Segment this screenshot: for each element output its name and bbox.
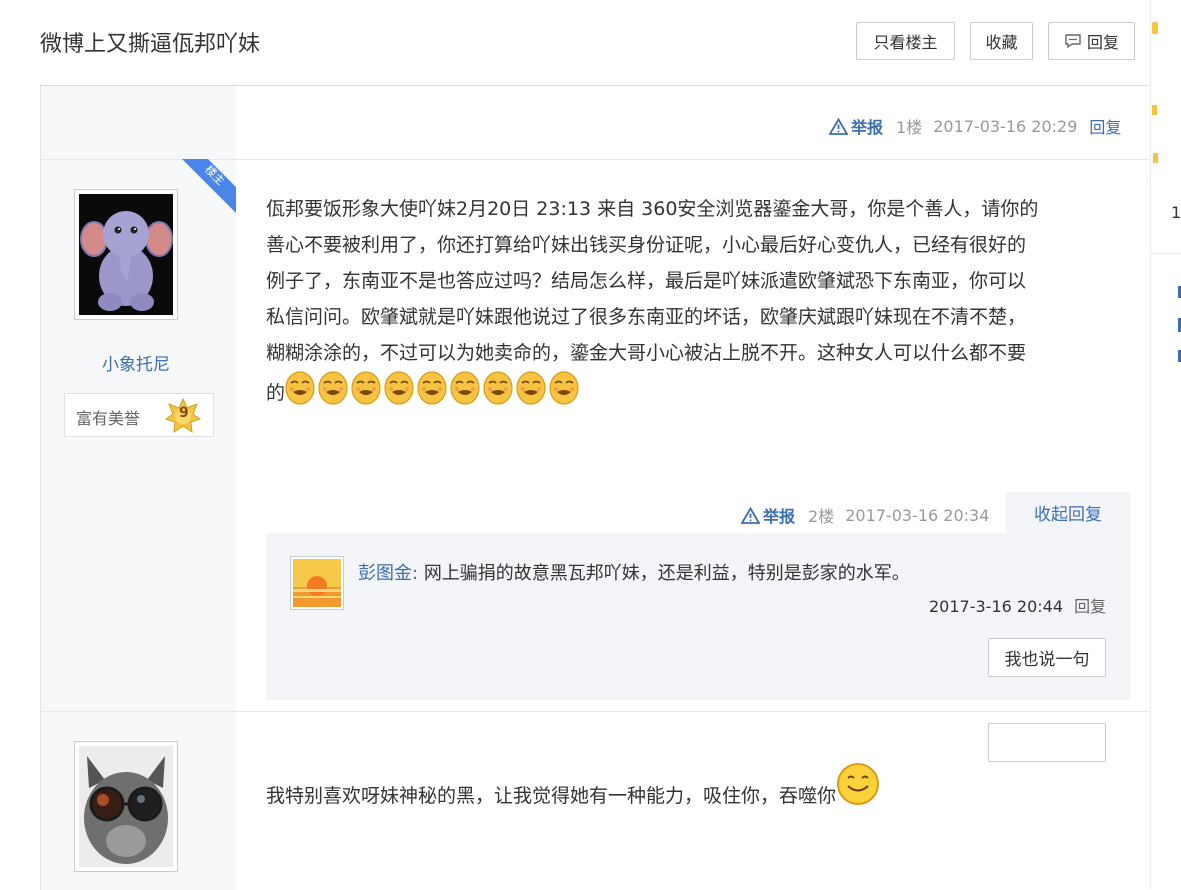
op-badge: 楼主 (182, 159, 236, 213)
comment-icon (1065, 34, 1081, 49)
reply-button-label: 回复 (1086, 33, 1119, 52)
avatar[interactable] (74, 741, 178, 872)
emoji-face-icon (318, 371, 348, 405)
post-line: 的 (266, 382, 286, 404)
post-line: 例子了，东南亚不是也答应过吗？结局怎么样，最后是吖妹派遣欧肇斌恐下东南亚，你可以 (266, 270, 1027, 292)
avatar[interactable] (74, 189, 178, 320)
floor-number: 2楼 (808, 507, 835, 526)
smiley-icon (837, 763, 880, 805)
subreply-user[interactable]: 彭图金 (358, 563, 412, 584)
emoji-face-icon (285, 371, 315, 405)
level-number: 9 (179, 405, 189, 421)
reply-link[interactable]: 回复 (1089, 114, 1121, 138)
subreply-reply-link[interactable]: 回复 (1074, 597, 1106, 616)
only-op-button[interactable]: 只看楼主 (856, 22, 955, 60)
rank-title: 富有美誉 (76, 409, 141, 428)
post-text: 我特别喜欢呀妹神秘的黑，让我觉得她有一种能力，吸住你，吞噬你 (266, 785, 837, 807)
floor2-meta: 举报 2楼 2017-03-16 20:34 (741, 503, 989, 527)
subreply-text: 网上骗捐的故意黑瓦邦吖妹，还是利益，特别是彭家的水军。 (423, 563, 910, 584)
subreply-separator: : (412, 563, 419, 584)
emoji-row (285, 371, 582, 405)
post-line: 善心不要被利用了，你还打算给吖妹出钱买身份证呢，小心最后好心变仇人，已经有很好的 (266, 234, 1027, 256)
reply-avatar[interactable] (290, 556, 344, 610)
elephant-avatar-image (79, 194, 173, 315)
emoji-face-icon (417, 371, 447, 405)
edge-digit: 1 (1171, 203, 1181, 222)
post-line: 私信问问。欧肇斌就是吖妹跟他说过了很多东南亚的坏话，欧肇庆斌跟吖妹现在不清不楚， (266, 306, 1027, 328)
emoji-line: 的 (266, 371, 1126, 415)
favorite-button[interactable]: 收藏 (970, 22, 1033, 60)
right-sidebar-edge: 1 (1150, 0, 1181, 889)
post-content: 我特别喜欢呀妹神秘的黑，让我觉得她有一种能力，吸住你，吞噬你 (266, 762, 880, 814)
post-time: 2017-03-16 20:29 (933, 116, 1078, 136)
post-list: 举报 1楼 2017-03-16 20:29 回复 楼主 小象托尼 富有美誉 9… (40, 85, 1151, 890)
collapse-replies-link[interactable]: 收起回复 (1006, 492, 1130, 533)
sunset-avatar-image (293, 559, 341, 607)
floor1-meta: 举报 1楼 2017-03-16 20:29 回复 (829, 114, 1121, 138)
emoji-face-icon (384, 371, 414, 405)
say-something-button[interactable]: 我也说一句 (988, 638, 1106, 677)
post-time: 2017-03-16 20:34 (845, 505, 990, 525)
emoji-face-icon (450, 371, 480, 405)
warning-icon (829, 117, 848, 135)
badge-icon (1152, 105, 1157, 115)
report-label: 举报 (763, 507, 796, 526)
subreply-meta: 2017-3-16 20:44 回复 (929, 593, 1106, 617)
post-line: 糊糊涂涂的，不过可以为她卖命的，鎏金大哥小心被沾上脱不开。这种女人可以什么都不要 (266, 342, 1027, 364)
warning-icon (741, 506, 760, 524)
edge-divider (1151, 253, 1181, 254)
emoji-face-icon (483, 371, 513, 405)
reply-button[interactable]: 回复 (1048, 22, 1135, 60)
report-link[interactable]: 举报 (829, 114, 883, 138)
emoji-face-icon (516, 371, 546, 405)
badge-icon (1153, 153, 1158, 163)
emoji-face-icon (549, 371, 579, 405)
report-link[interactable]: 举报 (741, 503, 795, 527)
floor-number: 1楼 (896, 118, 923, 137)
post-line: 佤邦要饭形象大使吖妹2月20日 23:13 来自 360安全浏览器鎏金大哥，你是… (266, 198, 1039, 220)
subreply-time: 2017-3-16 20:44 (929, 597, 1063, 616)
report-label: 举报 (851, 118, 884, 137)
floor-divider (41, 711, 1151, 712)
emoji-face-icon (351, 371, 381, 405)
cat-sunglasses-avatar-image (79, 746, 173, 867)
subreply-line: 彭图金: 网上骗捐的故意黑瓦邦吖妹，还是利益，特别是彭家的水军。 (358, 559, 910, 585)
badge-icon (1152, 22, 1158, 34)
thread-title: 微博上又撕逼佤邦吖妹 (40, 32, 261, 57)
rank-badge: 富有美誉 9 (64, 393, 214, 437)
username[interactable]: 小象托尼 (102, 350, 170, 375)
post-content: 佤邦要饭形象大使吖妹2月20日 23:13 来自 360安全浏览器鎏金大哥，你是… (266, 191, 1126, 415)
